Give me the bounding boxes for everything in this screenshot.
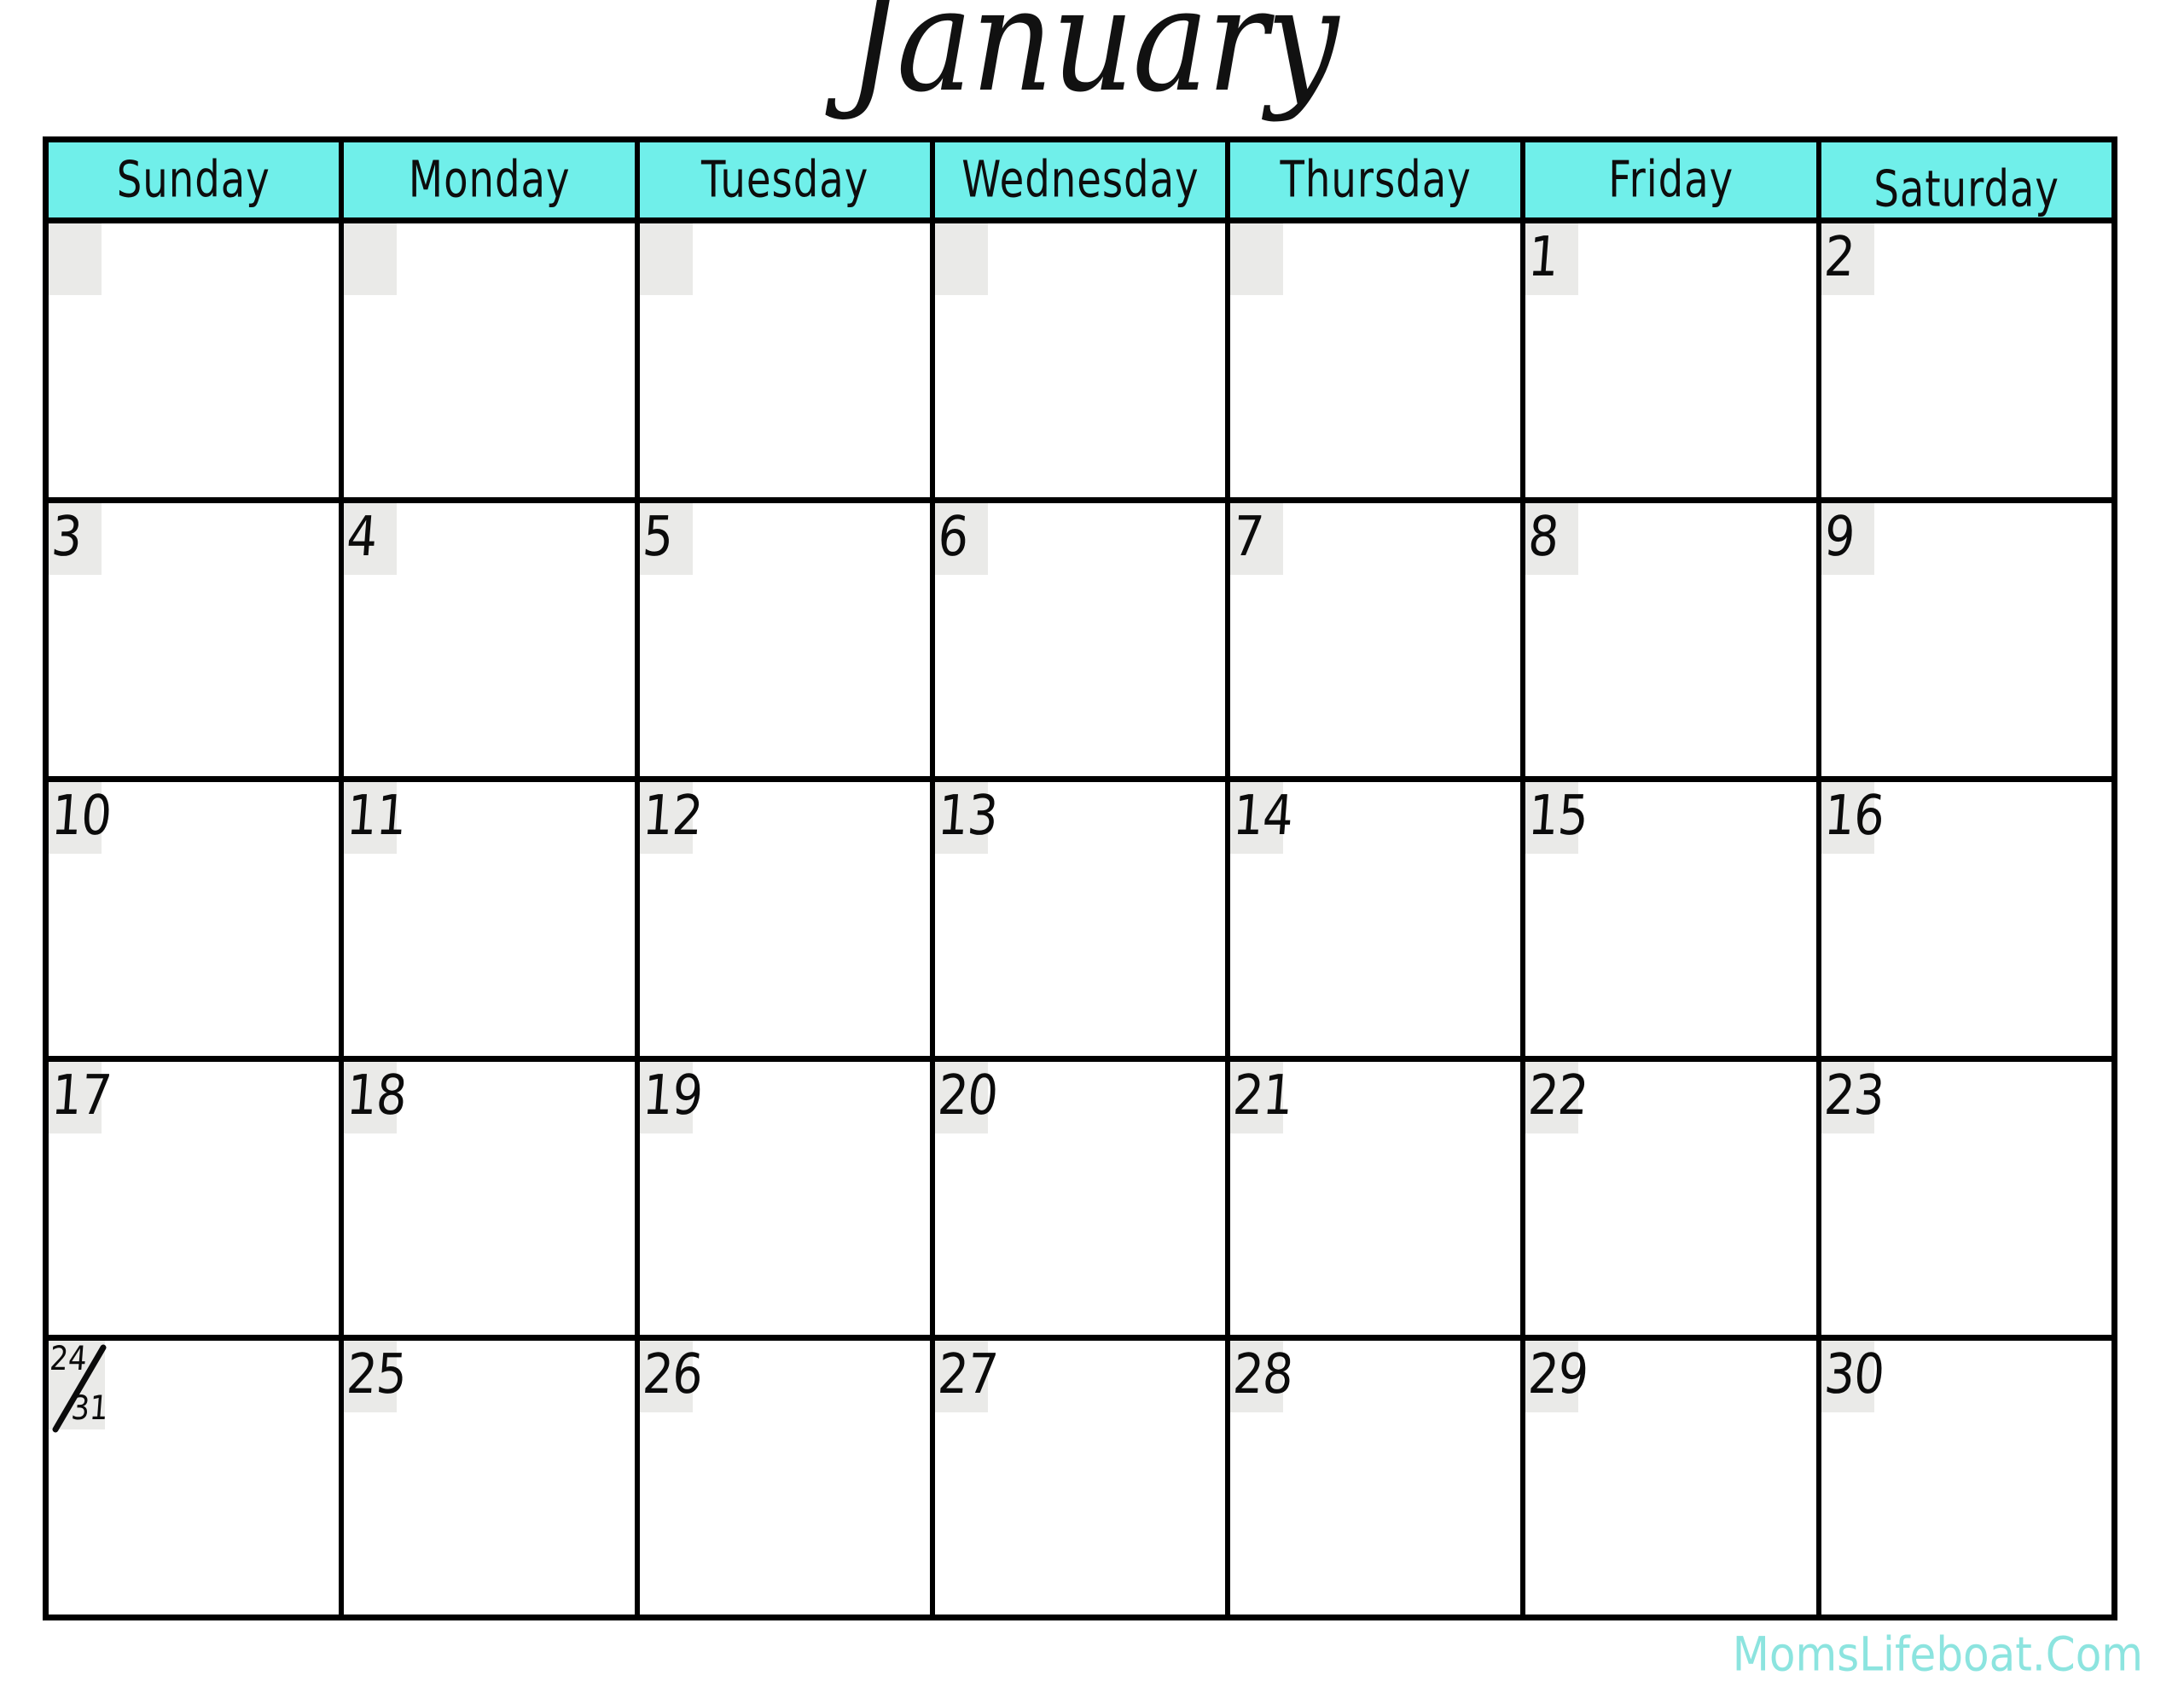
site-watermark: MomsLifeboat.Com bbox=[1732, 1627, 2143, 1682]
weekday-header-tuesday: Tuesday bbox=[639, 142, 935, 217]
date-number: 1 bbox=[1526, 225, 1561, 289]
day-cell-split-24-31[interactable]: 24 31 bbox=[48, 1339, 345, 1615]
weekday-label: Tuesday bbox=[700, 150, 868, 210]
day-cell[interactable]: 5 bbox=[639, 502, 935, 777]
day-cell[interactable]: 19 bbox=[639, 1061, 935, 1336]
date-number: 3 bbox=[49, 504, 84, 569]
date-box bbox=[1230, 223, 1284, 295]
weekday-label: Wednesday bbox=[961, 150, 1199, 210]
weekday-header-thursday: Thursday bbox=[1230, 142, 1526, 217]
date-number: 16 bbox=[1821, 784, 1886, 849]
day-cell[interactable]: 3 bbox=[49, 502, 345, 777]
page-title: January bbox=[846, 0, 1339, 125]
day-cell[interactable]: 18 bbox=[344, 1061, 640, 1336]
weekday-header-saturday: Saturday bbox=[1821, 142, 2111, 219]
date-number: 9 bbox=[1821, 504, 1856, 569]
day-cell[interactable]: 17 bbox=[49, 1061, 345, 1336]
day-cell[interactable]: 26 bbox=[639, 1341, 935, 1615]
day-cell[interactable]: 30 bbox=[1821, 1341, 2111, 1615]
date-number: 4 bbox=[345, 504, 380, 569]
date-number: 27 bbox=[935, 1342, 1000, 1407]
date-number: 17 bbox=[49, 1064, 113, 1128]
day-cell[interactable]: 21 bbox=[1230, 1061, 1526, 1336]
day-cell[interactable]: 28 bbox=[1230, 1341, 1526, 1615]
day-cell[interactable]: 25 bbox=[344, 1341, 640, 1615]
day-cell[interactable] bbox=[344, 223, 640, 497]
day-cell[interactable]: 8 bbox=[1525, 502, 1821, 777]
date-box bbox=[49, 223, 102, 295]
date-number: 29 bbox=[1526, 1342, 1591, 1407]
date-number: 2 bbox=[1821, 225, 1856, 289]
weekday-header-friday: Friday bbox=[1525, 142, 1821, 217]
date-number: 8 bbox=[1526, 504, 1561, 569]
week-row: 1 2 bbox=[49, 223, 2111, 503]
day-cell[interactable]: 23 bbox=[1821, 1061, 2111, 1336]
date-number: 28 bbox=[1230, 1342, 1295, 1407]
weekday-label: Saturday bbox=[1873, 159, 2059, 219]
date-number: 13 bbox=[935, 784, 1000, 849]
day-cell[interactable]: 27 bbox=[934, 1341, 1231, 1615]
day-cell[interactable]: 13 bbox=[934, 782, 1231, 1056]
day-cell[interactable]: 10 bbox=[49, 782, 345, 1056]
date-number: 22 bbox=[1526, 1064, 1591, 1128]
date-number: 21 bbox=[1230, 1064, 1295, 1128]
weekday-label: Monday bbox=[408, 150, 571, 210]
day-cell[interactable]: 1 bbox=[1525, 223, 1821, 497]
day-cell[interactable] bbox=[1230, 223, 1526, 497]
day-cell[interactable]: 12 bbox=[639, 782, 935, 1056]
date-number: 5 bbox=[640, 504, 675, 569]
date-number: 10 bbox=[49, 784, 113, 849]
day-cell[interactable] bbox=[639, 223, 935, 497]
day-cell[interactable]: 6 bbox=[934, 502, 1231, 777]
date-number: 11 bbox=[345, 784, 409, 849]
weekday-header-sunday: Sunday bbox=[49, 142, 345, 217]
day-cell[interactable]: 7 bbox=[1230, 502, 1526, 777]
weekday-label: Sunday bbox=[117, 150, 271, 210]
date-box bbox=[934, 223, 988, 295]
day-cell[interactable]: 16 bbox=[1821, 782, 2111, 1056]
weekday-header-wednesday: Wednesday bbox=[934, 142, 1231, 217]
week-row: 10 11 12 13 14 15 16 bbox=[49, 782, 2111, 1062]
weekday-label: Friday bbox=[1608, 150, 1734, 210]
day-cell[interactable]: 4 bbox=[344, 502, 640, 777]
date-number: 19 bbox=[640, 1064, 705, 1128]
date-number: 15 bbox=[1526, 784, 1591, 849]
date-number: 18 bbox=[345, 1064, 409, 1128]
date-number: 6 bbox=[935, 504, 970, 569]
week-row: 17 18 19 20 21 22 23 bbox=[49, 1061, 2111, 1342]
date-number: 14 bbox=[1230, 784, 1295, 849]
date-number-second: 31 bbox=[69, 1388, 110, 1429]
day-cell[interactable]: 29 bbox=[1525, 1341, 1821, 1615]
date-box bbox=[344, 223, 398, 295]
day-cell[interactable] bbox=[934, 223, 1231, 497]
day-cell[interactable]: 9 bbox=[1821, 502, 2111, 777]
date-number-first: 24 bbox=[48, 1339, 89, 1379]
date-number: 7 bbox=[1230, 504, 1266, 569]
week-row: 24 31 25 26 27 28 29 30 bbox=[48, 1339, 2111, 1615]
date-number: 30 bbox=[1821, 1342, 1886, 1407]
day-cell[interactable]: 20 bbox=[934, 1061, 1231, 1336]
date-number: 23 bbox=[1821, 1064, 1886, 1128]
weekday-header-monday: Monday bbox=[344, 142, 640, 217]
date-number: 12 bbox=[640, 784, 705, 849]
date-number: 26 bbox=[640, 1342, 705, 1407]
weekday-header-row: Sunday Monday Tuesday Wednesday Thursday… bbox=[49, 142, 2111, 223]
date-box bbox=[639, 223, 693, 295]
weekday-label: Thursday bbox=[1280, 150, 1472, 210]
day-cell[interactable]: 22 bbox=[1525, 1061, 1821, 1336]
day-cell[interactable]: 11 bbox=[344, 782, 640, 1056]
calendar-grid: Sunday Monday Tuesday Wednesday Thursday… bbox=[43, 136, 2117, 1620]
day-cell[interactable]: 14 bbox=[1230, 782, 1526, 1056]
day-cell[interactable]: 15 bbox=[1525, 782, 1821, 1056]
date-number: 25 bbox=[345, 1342, 409, 1407]
day-cell[interactable] bbox=[49, 223, 345, 497]
week-row: 3 4 5 6 7 8 9 bbox=[49, 502, 2111, 783]
date-number: 20 bbox=[935, 1064, 1000, 1128]
day-cell[interactable]: 2 bbox=[1821, 223, 2111, 497]
